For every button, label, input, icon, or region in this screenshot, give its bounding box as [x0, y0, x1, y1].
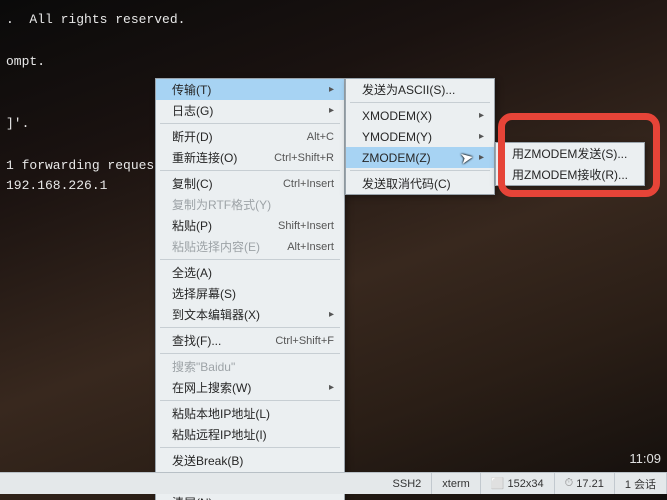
zmodem-menu-item-1[interactable]: 用ZMODEM接收(R)...	[496, 164, 644, 185]
context-menu-item-17: 搜索"Baidu"	[156, 356, 344, 377]
menu-separator	[160, 123, 340, 124]
context-menu-item-15[interactable]: 查找(F)...Ctrl+Shift+F	[156, 330, 344, 351]
status-sessions: 1 会话	[615, 473, 667, 494]
status-size: ⬜ 152x34	[481, 473, 555, 494]
context-menu-item-11[interactable]: 全选(A)	[156, 262, 344, 283]
submenu-zmodem[interactable]: 用ZMODEM发送(S)... 用ZMODEM接收(R)...	[495, 142, 645, 186]
menu-item-label: 用ZMODEM发送(S)...	[512, 145, 634, 162]
menu-item-label: 粘贴选择内容(E)	[172, 238, 279, 255]
menu-item-label: 搜索"Baidu"	[172, 358, 334, 375]
chevron-right-icon: ▸	[323, 105, 334, 116]
context-menu-item-6[interactable]: 复制(C)Ctrl+Insert	[156, 173, 344, 194]
menu-item-label: 在网上搜索(W)	[172, 379, 323, 396]
menu-item-label: 选择屏幕(S)	[172, 285, 334, 302]
menu-item-label: 发送取消代码(C)	[362, 175, 484, 192]
menu-item-label: 断开(D)	[172, 128, 299, 145]
chevron-right-icon: ▸	[323, 84, 334, 95]
transfer-menu-item-0[interactable]: 发送为ASCII(S)...	[346, 79, 494, 100]
menu-item-label: 全选(A)	[172, 264, 334, 281]
terminal-line: . All rights reserved.	[6, 10, 661, 31]
menu-item-accelerator: Ctrl+Shift+F	[267, 335, 334, 347]
clock-icon: ⏱	[565, 477, 574, 490]
status-term: xterm	[432, 473, 481, 494]
menu-item-label: 传输(T)	[172, 81, 323, 98]
chevron-right-icon: ▸	[473, 110, 484, 121]
context-menu-item-12[interactable]: 选择屏幕(S)	[156, 283, 344, 304]
chevron-right-icon: ▸	[473, 152, 484, 163]
context-menu-item-8[interactable]: 粘贴(P)Shift+Insert	[156, 215, 344, 236]
context-menu-item-9: 粘贴选择内容(E)Alt+Insert	[156, 236, 344, 257]
menu-item-label: 到文本编辑器(X)	[172, 306, 323, 323]
context-menu-item-7: 复制为RTF格式(Y)	[156, 194, 344, 215]
menu-separator	[160, 400, 340, 401]
chevron-right-icon: ▸	[323, 382, 334, 393]
terminal-line: ompt.	[6, 52, 661, 73]
menu-item-label: 查找(F)...	[172, 332, 267, 349]
context-menu-main[interactable]: 传输(T)▸日志(G)▸断开(D)Alt+C重新连接(O)Ctrl+Shift+…	[155, 78, 345, 500]
menu-item-label: 发送为ASCII(S)...	[362, 81, 484, 98]
menu-item-label: ZMODEM(Z)	[362, 151, 473, 165]
menu-item-accelerator: Alt+C	[299, 131, 334, 143]
menu-item-accelerator: Ctrl+Insert	[275, 178, 334, 190]
menu-item-label: 用ZMODEM接收(R)...	[512, 166, 634, 183]
status-session-time: ⏱ 17.21	[555, 473, 615, 494]
menu-item-accelerator: Alt+Insert	[279, 241, 334, 253]
status-bar: SSH2 xterm ⬜ 152x34 ⏱ 17.21 1 会话	[0, 472, 667, 494]
menu-separator	[350, 102, 490, 103]
context-menu-item-21[interactable]: 粘贴远程IP地址(I)	[156, 424, 344, 445]
context-menu-item-3[interactable]: 断开(D)Alt+C	[156, 126, 344, 147]
menu-item-label: 复制(C)	[172, 175, 275, 192]
context-menu-item-18[interactable]: 在网上搜索(W)▸	[156, 377, 344, 398]
menu-item-label: XMODEM(X)	[362, 109, 473, 123]
menu-separator	[160, 353, 340, 354]
menu-item-label: 复制为RTF格式(Y)	[172, 196, 334, 213]
menu-item-label: 粘贴(P)	[172, 217, 270, 234]
menu-separator	[350, 170, 490, 171]
menu-item-label: 清屏(N)	[172, 494, 334, 500]
size-icon: ⬜	[491, 477, 505, 490]
menu-separator	[160, 327, 340, 328]
transfer-menu-item-6[interactable]: 发送取消代码(C)	[346, 173, 494, 194]
context-menu-item-13[interactable]: 到文本编辑器(X)▸	[156, 304, 344, 325]
menu-item-accelerator: Ctrl+Shift+R	[266, 152, 334, 164]
context-menu-item-23[interactable]: 发送Break(B)	[156, 450, 344, 471]
menu-item-accelerator: Shift+Insert	[270, 220, 334, 232]
menu-item-label: 粘贴本地IP地址(L)	[172, 405, 334, 422]
menu-item-label: 日志(G)	[172, 102, 323, 119]
zmodem-menu-item-0[interactable]: 用ZMODEM发送(S)...	[496, 143, 644, 164]
menu-separator	[160, 447, 340, 448]
context-menu-item-1[interactable]: 日志(G)▸	[156, 100, 344, 121]
transfer-menu-item-3[interactable]: YMODEM(Y)▸	[346, 126, 494, 147]
chevron-right-icon: ▸	[323, 309, 334, 320]
terminal-line	[6, 31, 661, 52]
chevron-right-icon: ▸	[473, 131, 484, 142]
context-menu-item-20[interactable]: 粘贴本地IP地址(L)	[156, 403, 344, 424]
context-menu-item-4[interactable]: 重新连接(O)Ctrl+Shift+R	[156, 147, 344, 168]
menu-item-label: 重新连接(O)	[172, 149, 266, 166]
context-menu-item-0[interactable]: 传输(T)▸	[156, 79, 344, 100]
submenu-transfer[interactable]: 发送为ASCII(S)...XMODEM(X)▸YMODEM(Y)▸ZMODEM…	[345, 78, 495, 195]
transfer-menu-item-2[interactable]: XMODEM(X)▸	[346, 105, 494, 126]
status-connection: SSH2	[383, 473, 433, 494]
menu-separator	[160, 259, 340, 260]
transfer-menu-item-4[interactable]: ZMODEM(Z)▸	[346, 147, 494, 168]
menu-item-label: YMODEM(Y)	[362, 130, 473, 144]
menu-separator	[160, 170, 340, 171]
system-clock: 11:09	[629, 451, 661, 466]
menu-item-label: 发送Break(B)	[172, 452, 334, 469]
menu-item-label: 粘贴远程IP地址(I)	[172, 426, 334, 443]
